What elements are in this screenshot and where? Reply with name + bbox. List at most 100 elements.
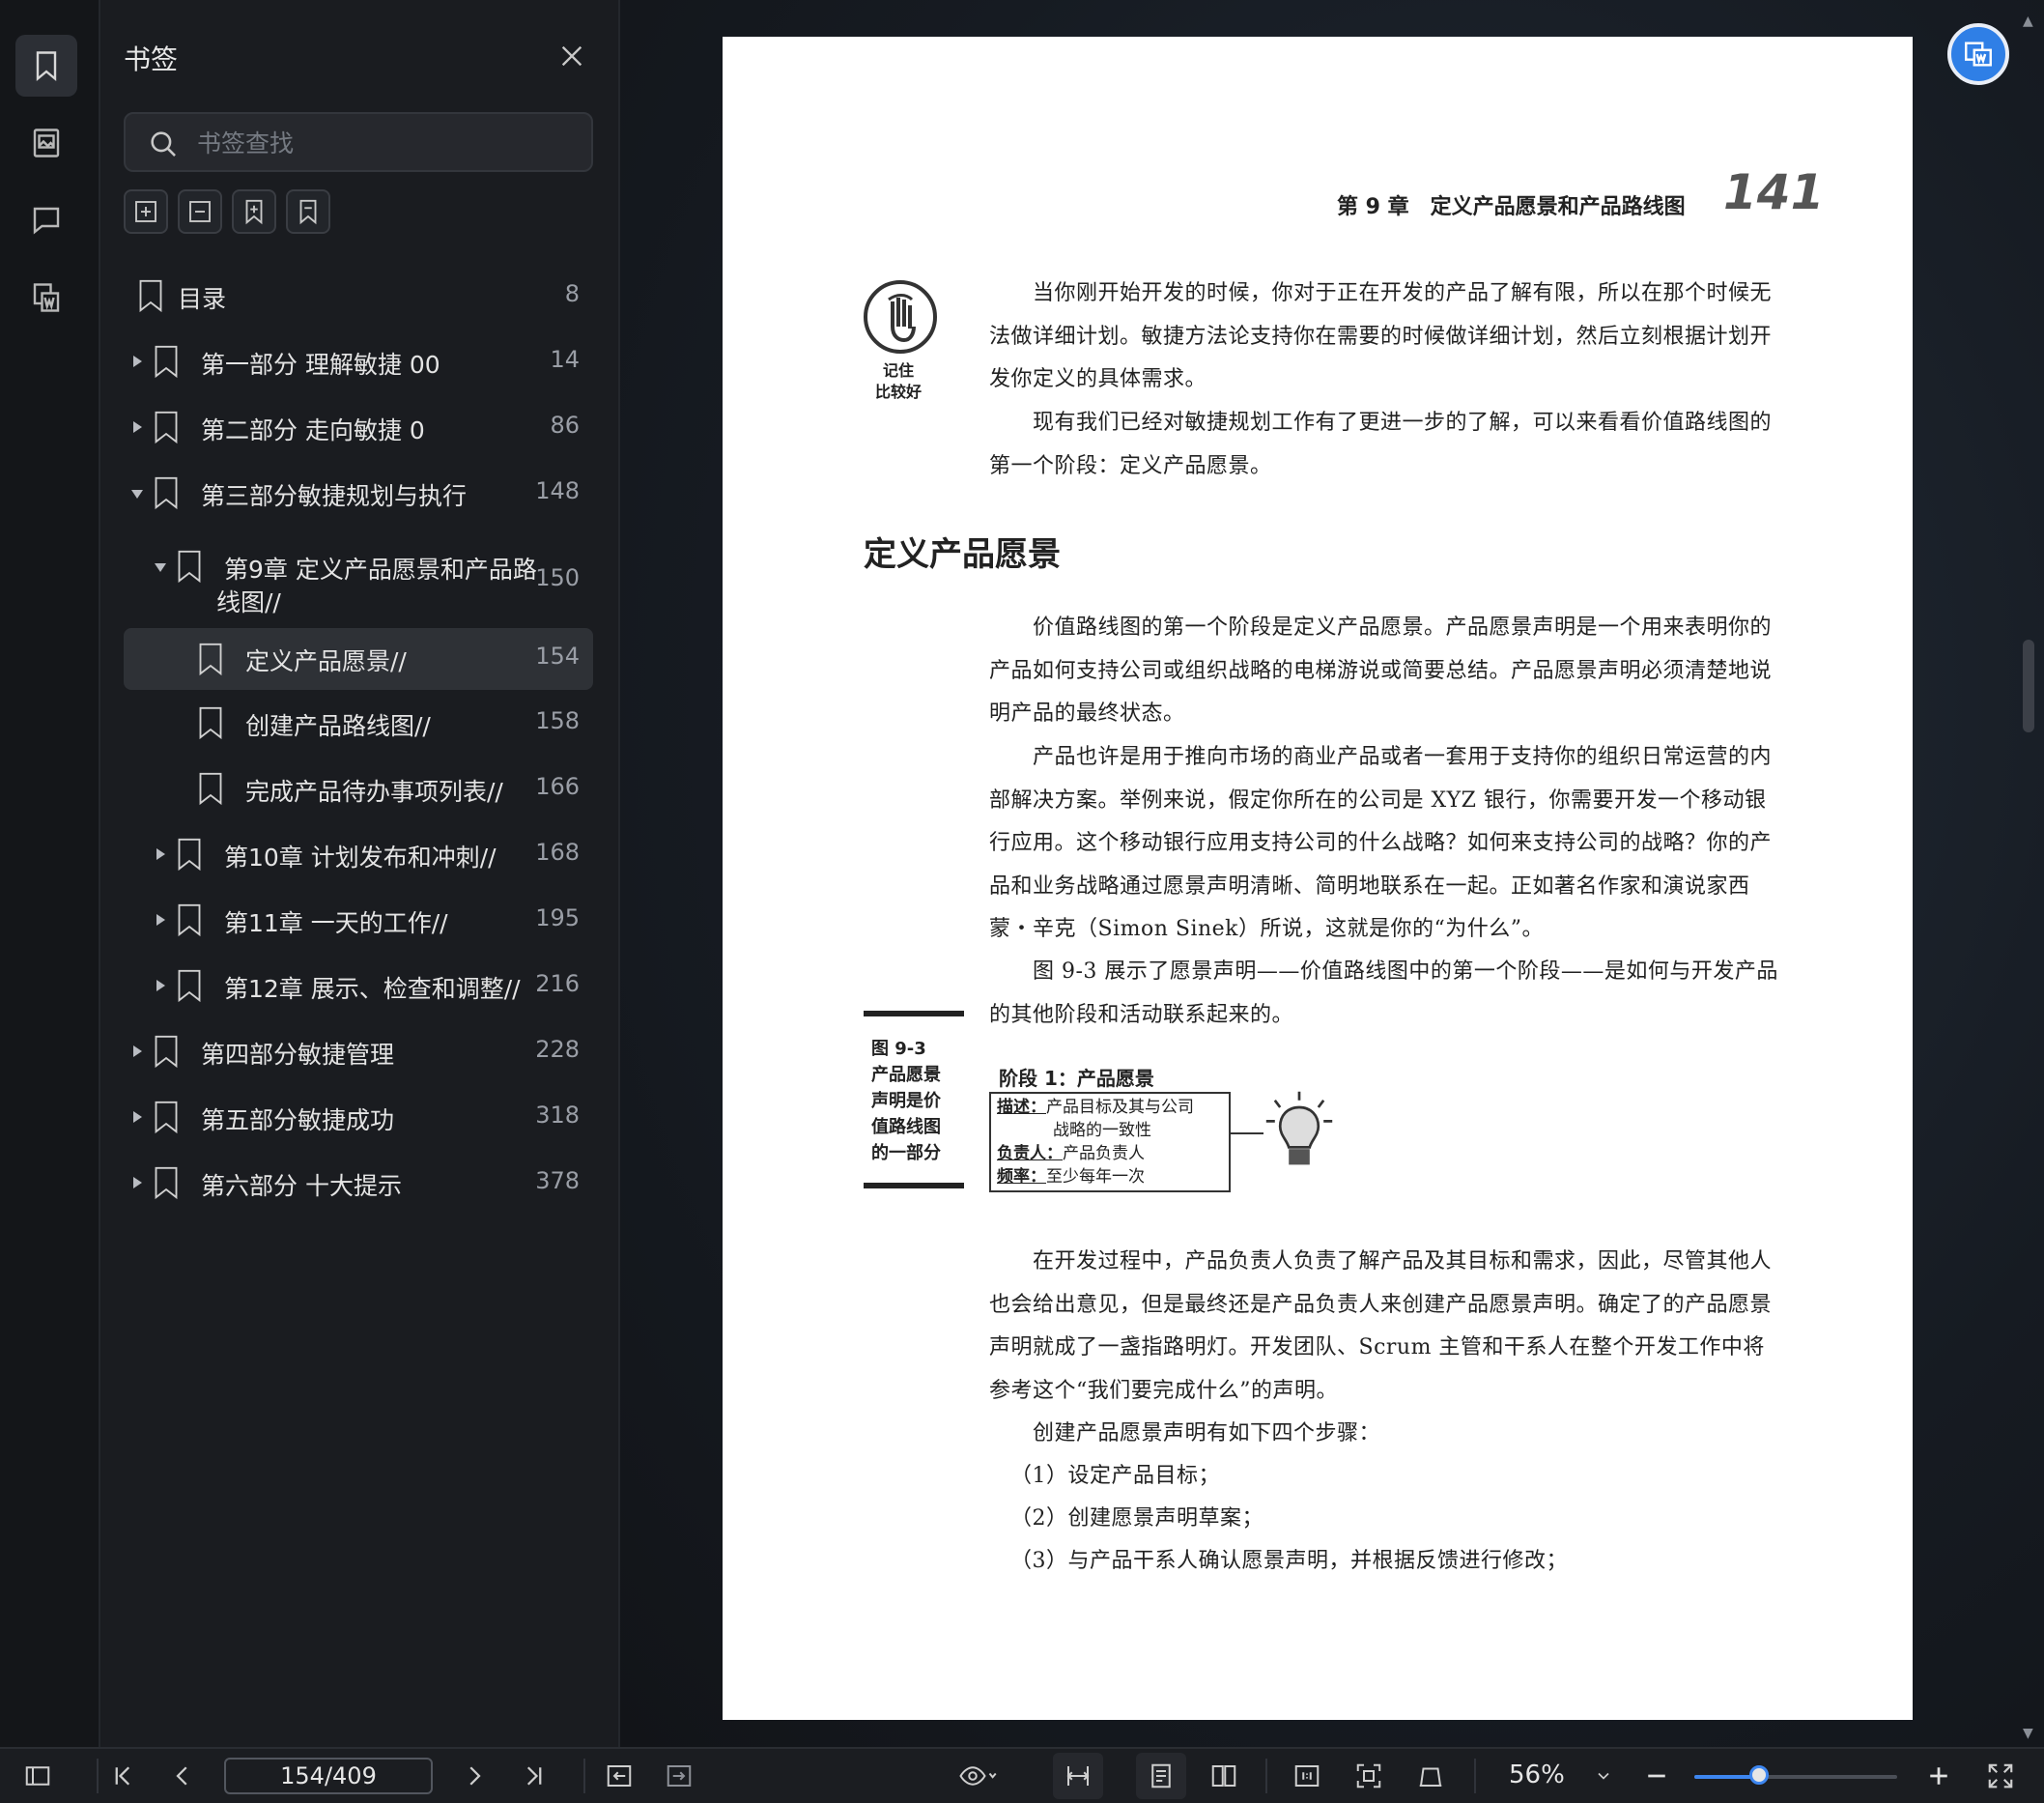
bookmark-item[interactable]: 第三部分敏捷规划与执行 148 (124, 464, 593, 524)
page-number-input[interactable] (224, 1758, 433, 1794)
bookmark-label: 第三部分敏捷规划与执行 (201, 482, 468, 510)
expand-arrow-icon[interactable] (156, 914, 165, 926)
zoom-slider-handle[interactable] (1749, 1765, 1770, 1785)
expand-all-button[interactable] (124, 189, 168, 234)
next-page-button[interactable] (458, 1760, 491, 1791)
desc-text-2: 战略的一致性 (1053, 1121, 1151, 1140)
document-viewport[interactable]: 第 9 章 定义产品愿景和产品路线图 141 记住 比较好 当你刚开始开发的时候… (620, 0, 2044, 1747)
expand-all-icon (135, 201, 156, 222)
forward-button[interactable] (663, 1760, 696, 1791)
expand-arrow-icon[interactable] (133, 421, 142, 433)
expand-arrow-icon[interactable] (133, 1045, 142, 1057)
section-heading: 定义产品愿景 (864, 535, 1061, 574)
paragraph: 在开发过程中，产品负责人负责了解产品及其目标和需求，因此，尽管其他人也会给出意见… (989, 1249, 1773, 1403)
previous-page-button[interactable] (166, 1760, 199, 1791)
last-page-button[interactable] (518, 1760, 551, 1791)
collapse-arrow-icon[interactable] (131, 490, 143, 499)
translate-panel-icon[interactable] (15, 267, 77, 329)
bookmark-page: 195 (535, 904, 580, 931)
single-page-button[interactable] (1136, 1753, 1186, 1799)
step-item: （1）设定产品目标； (1010, 1464, 1220, 1488)
scrollbar-thumb[interactable] (2023, 640, 2034, 732)
bookmark-item[interactable]: 第六部分 十大提示 378 (124, 1154, 593, 1214)
paragraph: 价值路线图的第一个阶段是定义产品愿景。产品愿景声明是一个用来表明你的产品如何支持… (989, 615, 1773, 726)
back-button[interactable] (603, 1760, 636, 1791)
bookmark-icon (155, 1101, 178, 1134)
zoom-dropdown-button[interactable] (1592, 1760, 1615, 1791)
bookmark-label: 第六部分 十大提示 (201, 1172, 402, 1200)
bookmark-label: 第五部分敏捷成功 (201, 1106, 395, 1134)
bookmark-panel: 书签 目录 8 第一部分 理解敏捷 00 14 第二部分 走向敏捷 0 86 第… (100, 0, 620, 1747)
search-input[interactable] (195, 122, 576, 164)
zoom-out-button[interactable] (1640, 1760, 1673, 1791)
bookmark-item[interactable]: 完成产品待办事项列表// 166 (124, 759, 593, 819)
zoom-level[interactable]: 56% (1509, 1760, 1565, 1789)
bookmark-item[interactable]: 第二部分 走向敏捷 0 86 (124, 398, 593, 458)
actual-size-icon (1294, 1765, 1320, 1787)
scroll-up-icon[interactable]: ▲ (2023, 14, 2033, 29)
paragraph: 产品也许是用于推向市场的商业产品或者一套用于支持你的组织日常运营的内部解决方案。… (989, 745, 1773, 941)
view-mode-button[interactable] (951, 1760, 1005, 1791)
fit-page-button[interactable] (1352, 1760, 1385, 1791)
bookmark-item[interactable]: 第四部分敏捷管理 228 (124, 1022, 593, 1082)
first-page-button[interactable] (106, 1760, 139, 1791)
fullscreen-button[interactable] (1984, 1760, 2017, 1791)
bookmark-page: 150 (535, 564, 580, 591)
expand-arrow-icon[interactable] (156, 980, 165, 991)
bookmark-item[interactable]: 第11章 一天的工作// 195 (124, 891, 593, 951)
step-item: （2）创建愿景声明草案； (1010, 1506, 1263, 1531)
expand-arrow-icon[interactable] (133, 1177, 142, 1188)
bookmark-item[interactable]: 第一部分 理解敏捷 00 14 (124, 332, 593, 392)
rotate-icon (1419, 1767, 1442, 1787)
add-bookmark-button[interactable] (232, 189, 276, 234)
bookmark-icon (199, 643, 222, 676)
bookmark-page: 318 (535, 1102, 580, 1129)
rotate-button[interactable] (1414, 1760, 1447, 1791)
expand-arrow-icon[interactable] (133, 1111, 142, 1123)
thumbnail-panel-icon[interactable] (15, 112, 77, 174)
bookmark-label: 目录 (178, 285, 227, 313)
bookmark-item[interactable]: 第9章 定义产品愿景和产品路 线图// 150 (124, 537, 593, 618)
fit-width-toggle[interactable] (1053, 1753, 1103, 1799)
paragraph: 当你刚开始开发的时候，你对于正在开发的产品了解有限，所以在那个时候无法做详细计划… (989, 281, 1773, 391)
bookmark-item[interactable]: 创建产品路线图// 158 (124, 694, 593, 754)
bookmark-page: 378 (535, 1167, 580, 1194)
bookmark-page: 14 (550, 346, 580, 373)
bookmark-icon (178, 969, 201, 1003)
bookmark-item[interactable]: 第五部分敏捷成功 318 (124, 1088, 593, 1148)
owner-text: 产品负责人 (1063, 1144, 1145, 1163)
bookmark-panel-icon[interactable] (15, 35, 77, 97)
zoom-in-button[interactable] (1922, 1760, 1955, 1791)
scroll-down-icon[interactable]: ▼ (2023, 1726, 2033, 1741)
first-page-icon (115, 1766, 130, 1786)
toggle-sidebar-button[interactable] (21, 1760, 54, 1791)
zoom-slider[interactable] (1694, 1765, 1897, 1785)
two-page-button[interactable] (1207, 1760, 1240, 1791)
bookmark-item-selected[interactable]: 定义产品愿景// 154 (124, 628, 593, 690)
expand-arrow-icon[interactable] (133, 356, 142, 367)
bookmark-item[interactable]: 第10章 计划发布和冲刺// 168 (124, 825, 593, 885)
bookmark-item[interactable]: 第12章 展示、检查和调整// 216 (124, 957, 593, 1016)
figure-caption-line: 声明是价 (871, 1091, 941, 1111)
comment-panel-icon[interactable] (15, 189, 77, 251)
bookmark-item[interactable]: 目录 8 (124, 267, 593, 327)
actual-size-button[interactable] (1291, 1760, 1323, 1791)
collapse-arrow-icon[interactable] (155, 563, 166, 572)
translate-float-button[interactable] (1947, 23, 2009, 85)
bookmark-options-button[interactable] (286, 189, 330, 234)
bookmark-icon (155, 411, 178, 444)
bottom-toolbar: 56% (0, 1747, 2044, 1803)
figure-stage-box: 描述：产品目标及其与公司 战略的一致性 负责人：产品负责人 频率：至少每年一次 (989, 1092, 1231, 1192)
bookmark-page: 228 (535, 1036, 580, 1063)
step-item: （3）与产品干系人确认愿景声明，并根据反馈进行修改； (1010, 1549, 1568, 1573)
lightbulb-icon (1265, 1091, 1333, 1165)
minus-icon (1648, 1774, 1665, 1778)
page-number: 141 (1723, 164, 1825, 220)
bookmark-search[interactable] (124, 112, 593, 172)
expand-arrow-icon[interactable] (156, 848, 165, 860)
sidebar-icon (25, 1766, 50, 1786)
close-icon[interactable] (556, 41, 587, 72)
collapse-all-button[interactable] (178, 189, 222, 234)
toolbar-divider (97, 1759, 99, 1793)
bookmark-page: 158 (535, 707, 580, 734)
